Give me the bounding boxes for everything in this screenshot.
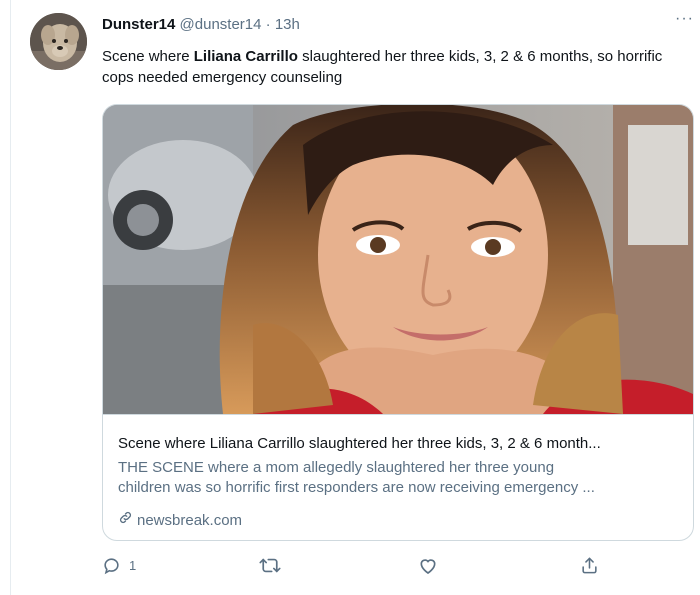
reply-button[interactable]: 1 <box>102 556 136 575</box>
avatar[interactable] <box>30 13 87 70</box>
like-button[interactable] <box>418 556 446 575</box>
card-title: Scene where Liliana Carrillo slaughtered… <box>118 435 601 452</box>
share-button[interactable] <box>580 556 599 575</box>
retweet-icon <box>259 556 281 575</box>
share-icon <box>580 556 599 575</box>
tweet-text-before: Scene where <box>102 48 194 65</box>
tweet-header: Dunster14 @dunster14 · 13h <box>102 15 300 35</box>
link-card[interactable]: Scene where Liliana Carrillo slaughtered… <box>102 104 694 541</box>
card-domain-text: newsbreak.com <box>137 511 243 529</box>
card-domain: newsbreak.com <box>118 510 242 531</box>
reply-icon <box>102 556 121 575</box>
reply-count: 1 <box>129 558 137 573</box>
card-description-line-2: children was so horrific first responder… <box>118 479 595 496</box>
display-name[interactable]: Dunster14 <box>102 16 175 33</box>
card-description-line-1: THE SCENE where a mom allegedly slaughte… <box>118 459 555 476</box>
like-icon <box>418 556 438 575</box>
card-body[interactable]: Scene where Liliana Carrillo slaughtered… <box>103 414 693 540</box>
meta-separator: · <box>265 16 271 33</box>
tweet-actions: 1 <box>102 556 612 580</box>
card-description: THE SCENE where a mom allegedly slaughte… <box>118 458 683 498</box>
tweet-text: Scene where Liliana Carrillo slaughtered… <box>102 46 694 88</box>
user-handle[interactable]: @dunster14 <box>180 16 262 33</box>
more-icon[interactable]: ··· <box>675 10 694 28</box>
retweet-button[interactable] <box>259 556 289 575</box>
tweet-text-highlight: Liliana Carrillo <box>193 48 298 65</box>
card-image[interactable] <box>103 105 693 414</box>
timestamp[interactable]: 13h <box>275 16 300 33</box>
timeline-divider <box>10 0 11 595</box>
link-icon <box>118 510 133 531</box>
